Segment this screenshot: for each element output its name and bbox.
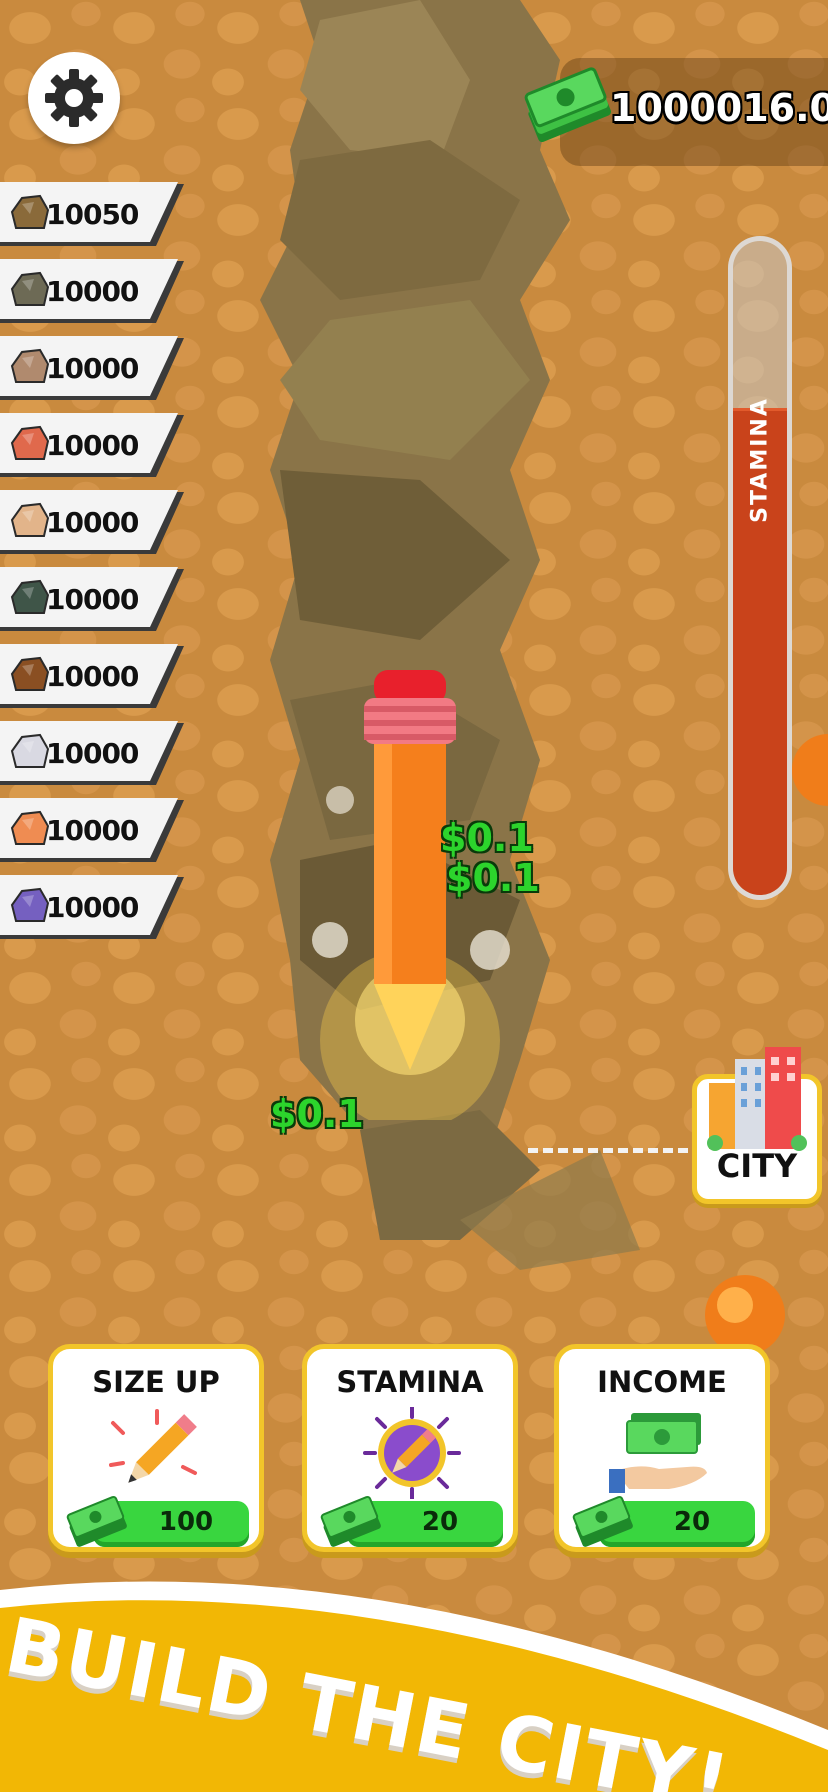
resource-count: 10000 bbox=[46, 660, 139, 693]
size-up-card[interactable]: SIZE UP 100 bbox=[48, 1344, 264, 1552]
stamina-card[interactable]: STAMINA 20 bbox=[302, 1344, 518, 1552]
city-buildings-icon bbox=[707, 1047, 807, 1151]
red-stone-icon bbox=[10, 425, 50, 460]
resource-count: 10000 bbox=[46, 275, 139, 308]
pencil-icon bbox=[109, 1409, 197, 1483]
card-title: STAMINA bbox=[336, 1365, 484, 1399]
resource-count: 10000 bbox=[46, 352, 139, 385]
money-value: 1000016.0 bbox=[610, 86, 828, 130]
resource-list: 10050 10000 10000 10000 10000 10000 10000 10000… bbox=[0, 182, 186, 952]
purple-stone-icon bbox=[10, 887, 50, 922]
price-value: 100 bbox=[158, 1507, 214, 1537]
resource-count: 10000 bbox=[46, 506, 139, 539]
white-stone-icon bbox=[10, 733, 50, 768]
money-hand-icon bbox=[609, 1413, 707, 1493]
earning-popup: $0.1 bbox=[270, 1092, 364, 1136]
size-up-price: 100 bbox=[66, 1495, 249, 1547]
gear-icon bbox=[45, 69, 103, 127]
stamina-label: STAMINA bbox=[747, 397, 773, 523]
gray-ore-icon bbox=[10, 271, 50, 306]
income-card[interactable]: INCOME 20 bbox=[554, 1344, 770, 1552]
resource-item: 10000 bbox=[0, 721, 186, 787]
city-path bbox=[528, 1148, 688, 1153]
resource-item: 10000 bbox=[0, 336, 186, 402]
resource-count: 10000 bbox=[46, 583, 139, 616]
brown-stone-icon bbox=[10, 656, 50, 691]
resource-item: 10000 bbox=[0, 413, 186, 479]
price-value: 20 bbox=[421, 1507, 459, 1537]
cash-stack-icon bbox=[320, 1495, 381, 1547]
resource-count: 10000 bbox=[46, 429, 139, 462]
card-title: SIZE UP bbox=[92, 1365, 220, 1399]
brown-ore-icon bbox=[10, 194, 50, 229]
resource-item: 10000 bbox=[0, 798, 186, 864]
settings-button[interactable] bbox=[28, 52, 120, 144]
orange-stone-icon bbox=[10, 810, 50, 845]
resource-item: 10000 bbox=[0, 644, 186, 710]
cash-stack-icon bbox=[572, 1495, 633, 1547]
resource-count: 10000 bbox=[46, 814, 139, 847]
resource-item: 10050 bbox=[0, 182, 186, 248]
resource-count: 10050 bbox=[46, 198, 139, 231]
cash-stack-icon bbox=[66, 1495, 127, 1547]
cash-stack-icon bbox=[524, 67, 612, 143]
resource-count: 10000 bbox=[46, 891, 139, 924]
resource-count: 10000 bbox=[46, 737, 139, 770]
stamina-price: 20 bbox=[320, 1495, 503, 1547]
stamina-bar bbox=[728, 236, 792, 900]
resource-item: 10000 bbox=[0, 490, 186, 556]
resource-item: 10000 bbox=[0, 567, 186, 633]
resource-item: 10000 bbox=[0, 259, 186, 325]
resource-item: 10000 bbox=[0, 875, 186, 941]
price-value: 20 bbox=[673, 1507, 711, 1537]
card-title: INCOME bbox=[597, 1365, 727, 1399]
city-label: CITY bbox=[716, 1147, 798, 1185]
sparkle-effect bbox=[792, 734, 828, 806]
pencil-badge-icon bbox=[363, 1407, 461, 1499]
earning-popup: $0.1 bbox=[446, 856, 540, 900]
beige-stone-icon bbox=[10, 502, 50, 537]
earning-popup: $0.1 bbox=[440, 816, 534, 860]
income-price: 20 bbox=[572, 1495, 755, 1547]
city-button[interactable]: CITY bbox=[692, 1047, 822, 1204]
tan-stone-icon bbox=[10, 348, 50, 383]
dark-green-stone-icon bbox=[10, 579, 50, 614]
